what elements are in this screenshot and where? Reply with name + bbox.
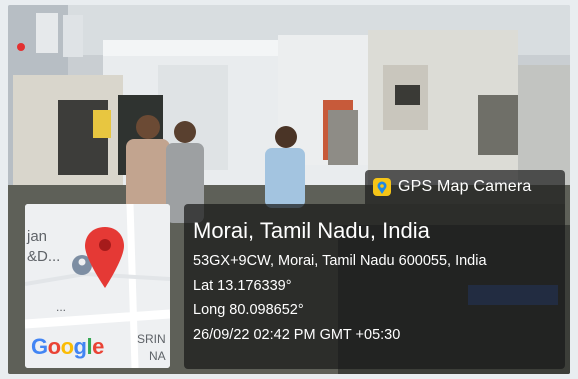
left-machine-accent bbox=[93, 110, 111, 138]
map-label-dots: ... bbox=[56, 300, 67, 314]
map-label-top-left-2: &D... bbox=[27, 248, 61, 265]
location-latitude: Lat 13.176339° bbox=[193, 277, 292, 294]
google-letter: e bbox=[92, 334, 104, 359]
map-thumbnail: jan &D... ... SRIN NA Google bbox=[25, 204, 170, 368]
location-timestamp: 26/09/22 02:42 PM GMT +05:30 bbox=[193, 326, 401, 343]
location-address: 53GX+9CW, Morai, Tamil Nadu 600055, Indi… bbox=[193, 253, 487, 269]
warning-light bbox=[17, 43, 25, 51]
photo-frame: GPS Map Camera Morai, Tamil Nadu, India … bbox=[8, 5, 570, 374]
location-info-box: Morai, Tamil Nadu, India 53GX+9CW, Morai… bbox=[184, 204, 565, 369]
gps-map-camera-badge: GPS Map Camera bbox=[365, 170, 565, 204]
location-longitude: Long 80.098652° bbox=[193, 302, 304, 318]
map-label-top-left-1: jan bbox=[27, 228, 48, 245]
google-letter: o bbox=[60, 334, 74, 359]
grey-cabinet bbox=[328, 110, 358, 165]
gps-map-camera-app-icon bbox=[373, 178, 391, 196]
google-letter: G bbox=[31, 334, 48, 359]
machine-window bbox=[478, 95, 523, 155]
wall-panel bbox=[36, 13, 58, 53]
google-letter: o bbox=[47, 334, 61, 359]
gps-badge-title: GPS Map Camera bbox=[398, 178, 532, 195]
google-letter: g bbox=[73, 334, 87, 359]
map-label-bottom-right-2: NA bbox=[149, 349, 166, 363]
map-road-2 bbox=[126, 204, 139, 368]
machine-screen bbox=[395, 85, 420, 105]
map-label-bottom-right-1: SRIN bbox=[137, 332, 166, 346]
google-logo: Google bbox=[31, 334, 104, 360]
location-place: Morai, Tamil Nadu, India bbox=[193, 218, 430, 243]
wall-panel-2 bbox=[63, 15, 83, 57]
